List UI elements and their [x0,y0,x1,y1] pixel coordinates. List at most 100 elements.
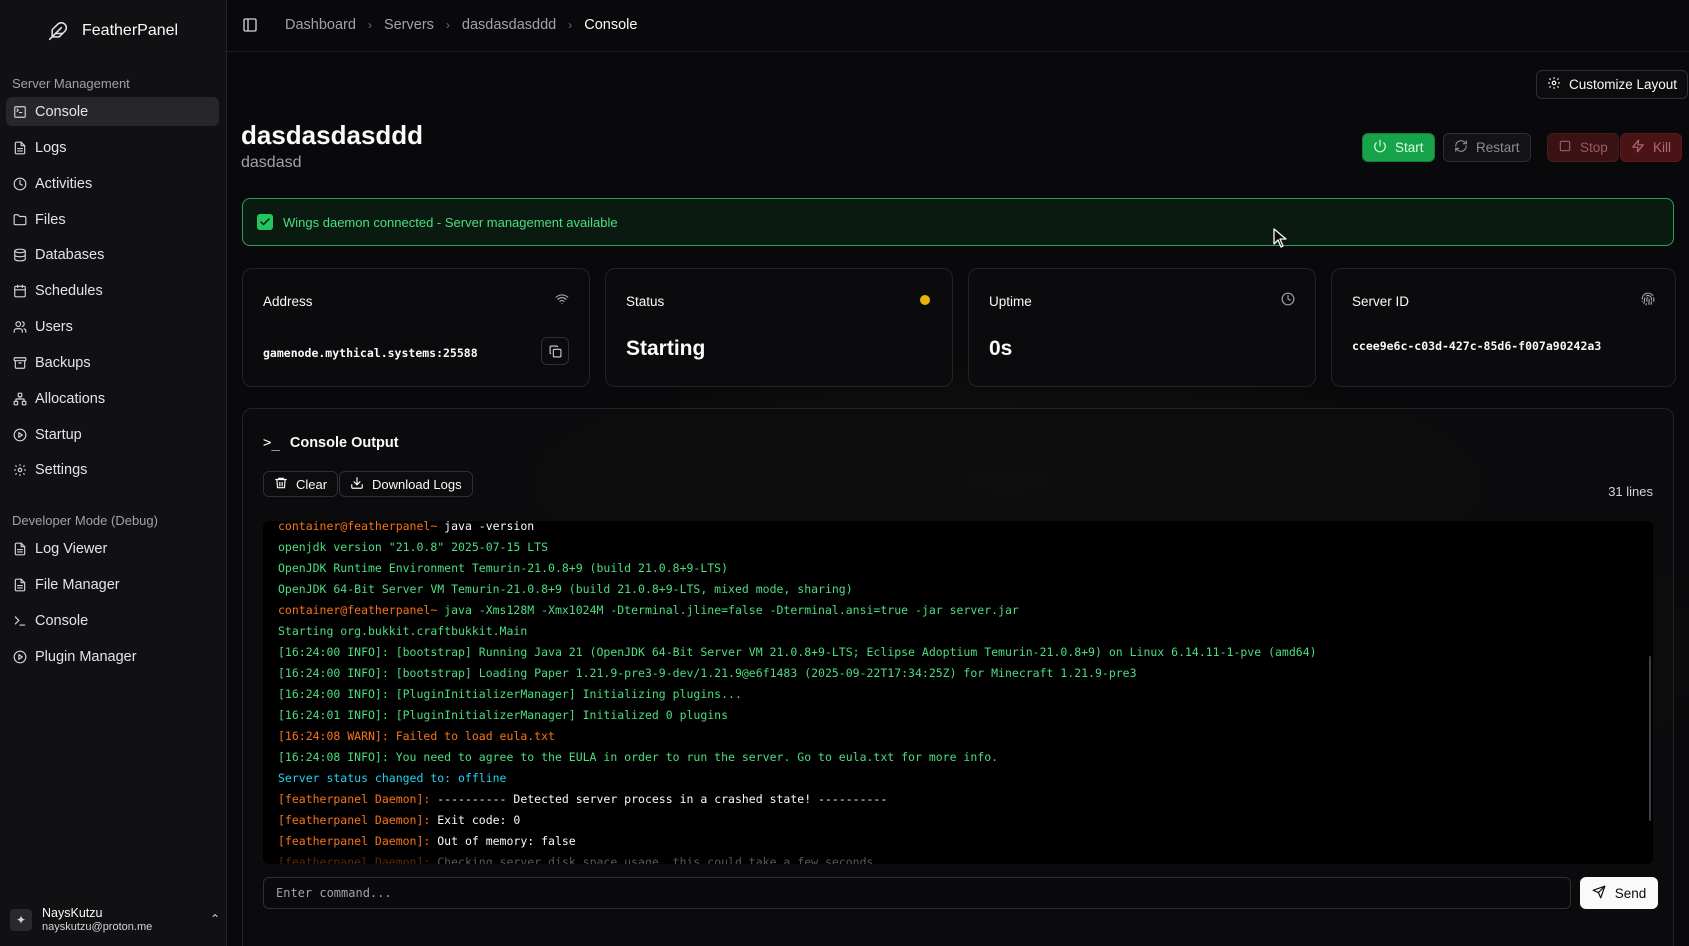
console-panel: >_ Console Output Clear Download Logs 31… [242,408,1674,946]
power-icon [1373,139,1387,156]
server-id-card: Server ID ccee9e6c-c03d-427c-85d6-f007a9… [1331,268,1676,387]
address-label: Address [263,294,313,309]
sidebar-item-allocations[interactable]: Allocations [6,384,219,413]
terminal-square-icon [13,105,27,119]
trash-icon [274,476,288,493]
sidebar-item-label: Databases [35,246,105,263]
sidebar-item-settings[interactable]: Settings [6,455,219,484]
user-menu[interactable]: ✦ NaysKutzu nayskutzu@proton.me ⌃ [10,902,220,938]
sidebar-item-backups[interactable]: Backups [6,348,219,377]
console-line: [featherpanel Daemon]: Checking server d… [278,855,895,864]
send-icon [1592,885,1606,902]
uptime-value: 0s [989,337,1013,360]
check-icon [257,214,273,230]
chevron-right-icon: › [568,18,573,32]
restart-button[interactable]: Restart [1443,133,1531,162]
sidebar-item-plugin-manager[interactable]: Plugin Manager [6,642,219,671]
send-button[interactable]: Send [1580,877,1658,909]
server-description: dasdasd [241,154,302,171]
file-text-icon [13,141,27,155]
calendar-icon [13,284,27,298]
sidebar-item-logs[interactable]: Logs [6,133,219,162]
file-text-icon [13,542,27,556]
uptime-label: Uptime [989,294,1032,309]
sidebar-item-label: File Manager [35,576,120,593]
status-card: Status Starting [605,268,953,387]
wifi-icon [555,292,569,306]
sidebar-item-activities[interactable]: Activities [6,169,219,198]
address-value: gamenode.mythical.systems:25588 [263,346,478,360]
sidebar-toggle-icon[interactable] [242,17,258,33]
console-line: OpenJDK Runtime Environment Temurin-21.0… [278,561,729,575]
status-dot-icon [920,295,930,305]
clock-icon [1281,292,1295,306]
archive-icon [13,356,27,370]
sidebar-item-label: Schedules [35,282,103,299]
console-line: [16:24:01 INFO]: [PluginInitializerManag… [278,708,729,722]
console-line: container@featherpanel~ java -Xms128M -X… [278,603,1019,617]
terminal-icon: >_ [263,435,280,451]
console-line: Server status changed to: offline [278,771,507,785]
console-line: [16:24:08 INFO]: You need to agree to th… [278,750,999,764]
play-circle-icon [13,428,27,442]
console-line: openjdk version "21.0.8" 2025-07-15 LTS [278,540,549,554]
feather-logo-icon [48,21,68,41]
console-line: OpenJDK 64-Bit Server VM Temurin-21.0.8+… [278,582,853,596]
folder-icon [13,213,27,227]
terminal-icon [13,614,27,628]
section-label-developer-mode: Developer Mode (Debug) [12,513,158,528]
sidebar-item-dev-console[interactable]: Console [6,606,219,635]
users-icon [13,320,27,334]
sidebar-item-files[interactable]: Files [6,205,219,234]
brand[interactable]: FeatherPanel [48,16,178,46]
console-scrollbar[interactable] [1649,656,1651,821]
clear-button[interactable]: Clear [263,471,339,497]
square-icon [1558,139,1572,156]
sidebar-item-log-viewer[interactable]: Log Viewer [6,534,219,563]
sidebar-item-label: Settings [35,461,88,478]
kill-button[interactable]: Kill [1620,133,1683,162]
lines-count: 31 lines [1608,484,1653,499]
breadcrumb-server[interactable]: dasdasdasddd [462,17,556,33]
stop-button[interactable]: Stop [1547,133,1619,162]
customize-layout-button[interactable]: Customize Layout [1536,70,1689,99]
sidebar-item-label: Console [35,103,89,120]
sidebar-item-schedules[interactable]: Schedules [6,276,219,305]
clock-icon [13,177,27,191]
main-content: Customize Layout dasdasdasddd dasdasd St… [227,52,1689,946]
breadcrumb-servers[interactable]: Servers [384,17,434,33]
sidebar-item-label: Users [35,318,73,335]
uptime-card: Uptime 0s [968,268,1316,387]
command-input[interactable] [263,877,1571,909]
page-title: dasdasdasddd [241,120,424,150]
user-email: nayskutzu@proton.me [42,920,153,933]
sidebar-item-console[interactable]: Console [6,97,219,126]
sidebar-item-databases[interactable]: Databases [6,240,219,269]
console-line: [16:24:00 INFO]: [bootstrap] Loading Pap… [278,666,1137,680]
server-id-label: Server ID [1352,294,1410,309]
chevron-right-icon: › [367,18,372,32]
sidebar-item-label: Console [35,612,89,629]
console-line: container@featherpanel~ java -version [278,521,535,533]
sidebar-item-startup[interactable]: Startup [6,420,219,449]
copy-address-button[interactable] [541,337,569,365]
breadcrumb-dashboard[interactable]: Dashboard [285,17,356,33]
console-line: [16:24:00 INFO]: [PluginInitializerManag… [278,687,742,701]
mouse-cursor-icon [1273,228,1287,248]
start-button[interactable]: Start [1362,133,1435,162]
chevron-right-icon: › [445,18,450,32]
status-value: Starting [626,337,706,360]
sidebar-item-label: Logs [35,139,67,156]
app-name: FeatherPanel [82,22,179,39]
database-icon [13,248,27,262]
sidebar-item-users[interactable]: Users [6,312,219,341]
copy-icon [549,345,561,357]
user-name: NaysKutzu [42,905,103,920]
console-output[interactable]: container@featherpanel~ java -version ope… [263,521,1653,864]
connection-alert: Wings daemon connected - Server manageme… [242,198,1674,246]
sidebar-item-file-manager[interactable]: File Manager [6,570,219,599]
sidebar-item-label: Plugin Manager [35,648,137,665]
breadcrumb: Dashboard › Servers › dasdasdasddd › Con… [285,17,637,33]
download-logs-button[interactable]: Download Logs [339,471,473,497]
play-circle-icon [13,650,27,664]
